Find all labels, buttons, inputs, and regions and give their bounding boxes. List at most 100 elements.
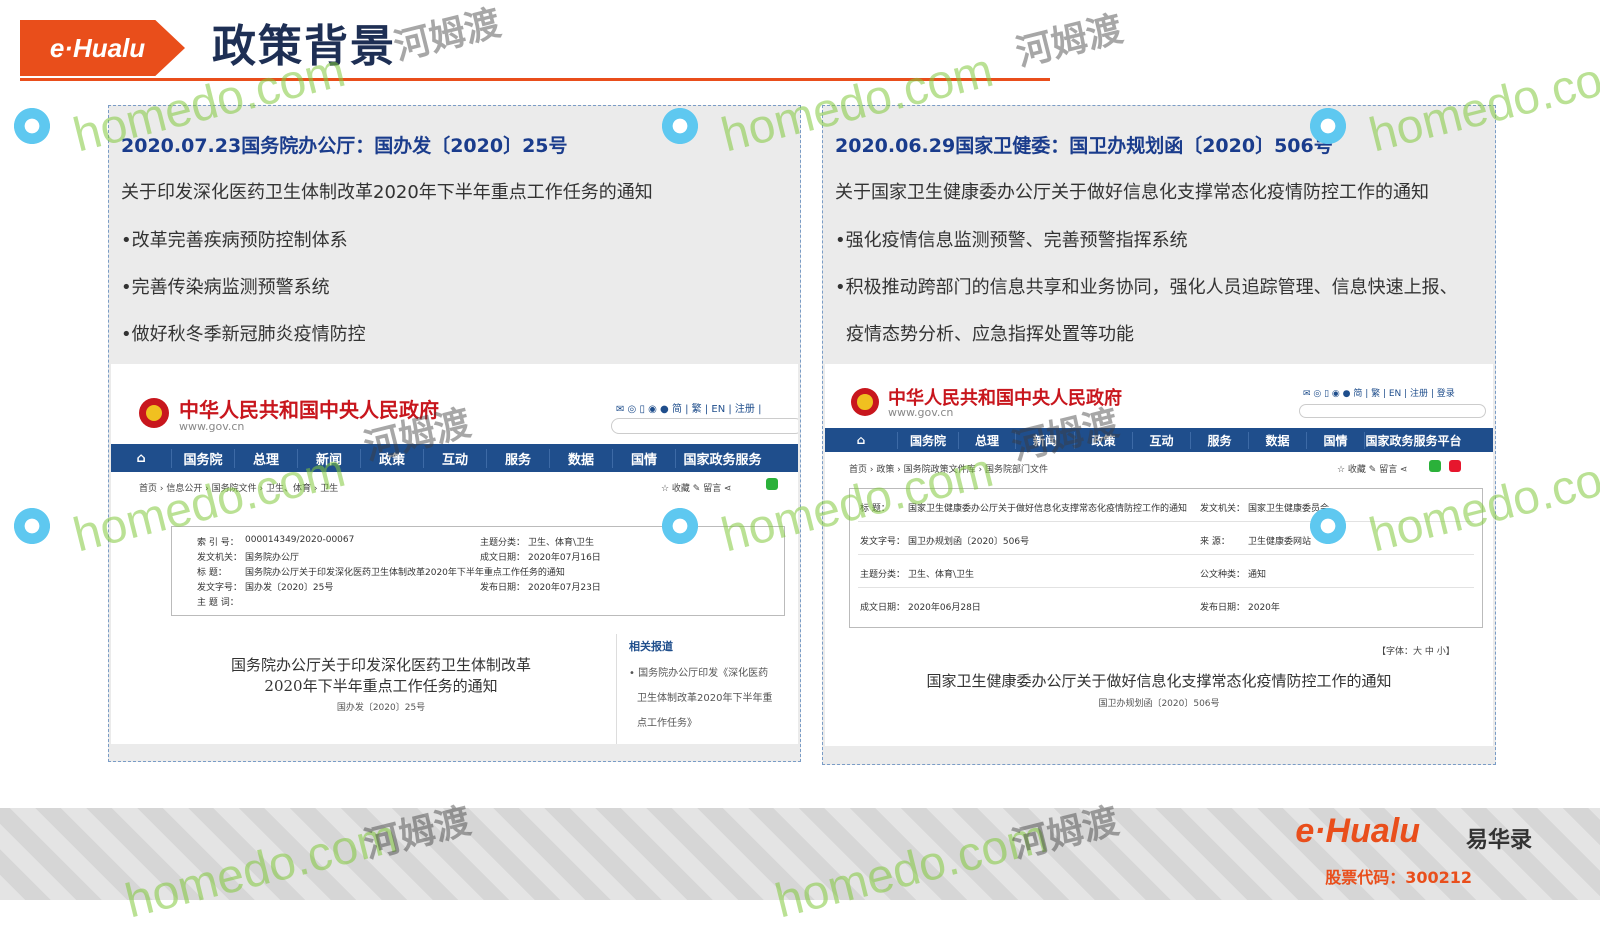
right-panel-subtitle: 关于国家卫生健康委办公厅关于做好信息化支撑常态化疫情防控工作的通知 (835, 182, 1429, 203)
meta-value: 国卫办规划函〔2020〕506号 (908, 537, 1030, 547)
doc-meta-box: 标 题： 国家卫生健康委办公厅关于做好信息化支撑常态化疫情防控工作的通知 发文机… (849, 488, 1483, 628)
nav-item[interactable]: 服务 (1190, 431, 1248, 449)
meta-value: 2020年07月16日 (528, 553, 601, 563)
nav-item[interactable]: 总理 (958, 431, 1015, 449)
right-bullet: •积极推动跨部门的信息共享和业务协同，强化人员追踪管理、信息快速上报、 (835, 277, 1458, 298)
gov-search-input[interactable] (1299, 404, 1486, 418)
gov-breadcrumb[interactable]: 首页 › 信息公开 › 国务院文件 › 卫生、体育 › 卫生 (139, 481, 338, 494)
related-news-link[interactable]: • 国务院办公厅印发《深化医药 (629, 664, 768, 679)
gov-share-tools[interactable]: ☆ 收藏 ✎ 留言 ⋖ (661, 481, 732, 494)
watermark-flower-icon (4, 498, 60, 554)
meta-label: 成文日期： (860, 603, 906, 613)
meta-label: 主 题 词： (197, 598, 239, 608)
meta-label: 标 题： (197, 568, 227, 578)
meta-label: 发文机关： (1200, 504, 1246, 514)
nav-item[interactable]: 国家政务服务平台 (1364, 431, 1462, 449)
gov-site-url: www.gov.cn (888, 406, 954, 419)
doc-number: 国办发〔2020〕25号 (336, 703, 426, 713)
nav-item[interactable]: 总理 (234, 448, 297, 468)
meta-divider (858, 554, 1474, 555)
related-news-link[interactable]: 卫生体制改革2020年下半年重 (637, 689, 772, 704)
watermark-flower-icon (4, 98, 60, 154)
meta-label: 主题分类： (480, 538, 526, 548)
doc-title: 国家卫生健康委办公厅关于做好信息化支撑常态化疫情防控工作的通知 (926, 672, 1392, 690)
meta-value: 国家卫生健康委办公厅关于做好信息化支撑常态化疫情防控工作的通知 (908, 504, 1188, 514)
meta-label: 发布日期： (1200, 603, 1246, 613)
meta-value: 国务院办公厅关于印发深化医药卫生体制改革2020年下半年重点工作任务的通知 (245, 568, 565, 578)
title-divider (20, 78, 1050, 81)
national-emblem-icon (851, 388, 879, 416)
weibo-icon[interactable] (1449, 460, 1461, 472)
wechat-icon[interactable] (1429, 460, 1441, 472)
meta-value: 卫生、体育\卫生 (908, 570, 975, 580)
related-divider (616, 634, 617, 744)
doc-title: 国务院办公厅关于印发深化医药卫生体制改革 (230, 656, 531, 674)
nav-item[interactable]: 服务 (486, 448, 549, 468)
nav-item[interactable]: 互动 (1132, 431, 1190, 449)
related-news-title: 相关报道 (629, 640, 673, 653)
footer-brand-name: 易华录 (1465, 828, 1532, 853)
right-bullet: 疫情态势分析、应急指挥处置等功能 (846, 324, 1134, 345)
meta-label: 公文种类： (1200, 570, 1246, 580)
left-bullet: •做好秋冬季新冠肺炎疫情防控 (121, 324, 366, 345)
nav-item[interactable]: 数据 (549, 448, 612, 468)
meta-value: 卫生、体育\卫生 (528, 538, 595, 548)
nav-item[interactable]: 国情 (612, 448, 675, 468)
meta-value: 通知 (1248, 570, 1267, 580)
meta-label: 成文日期： (480, 553, 526, 563)
right-gov-screenshot: 中华人民共和国中央人民政府 www.gov.cn ✉ ◎ ▯ ◉ ● 简 | 繁… (825, 364, 1493, 746)
font-size-control[interactable]: 【字体：大 中 小】 (1377, 644, 1455, 657)
nav-home-icon[interactable]: ⌂ (111, 451, 171, 466)
left-panel-subtitle: 关于印发深化医药卫生体制改革2020年下半年重点工作任务的通知 (121, 182, 653, 203)
nav-item[interactable]: 数据 (1248, 431, 1306, 449)
right-bullet: •强化疫情信息监测预警、完善预警指挥系统 (835, 230, 1188, 251)
watermark-flower-icon (1300, 98, 1356, 154)
wechat-icon[interactable] (766, 478, 778, 490)
meta-label: 发布日期： (480, 583, 526, 593)
doc-number: 国卫办规划函〔2020〕506号 (1098, 699, 1220, 709)
meta-value: 国务院办公厅 (245, 553, 300, 563)
watermark-text-cn: 河姆渡 (1012, 8, 1127, 75)
gov-share-tools[interactable]: ☆ 收藏 ✎ 留言 ⋖ (1337, 462, 1408, 475)
brand-logo: e·Hualu (20, 20, 185, 76)
right-panel-heading: 2020.06.29国家卫健委：国卫办规划函〔2020〕506号 (835, 135, 1333, 157)
watermark-text-cn: 河姆渡 (390, 2, 505, 69)
meta-value: 2020年06月28日 (908, 603, 981, 613)
watermark-flower-icon (652, 498, 708, 554)
nav-item[interactable]: 国务院 (171, 448, 234, 468)
gov-search-input[interactable] (611, 418, 798, 434)
meta-label: 主题分类： (860, 570, 906, 580)
national-emblem-icon (139, 398, 169, 428)
page-title: 政策背景 (212, 21, 396, 72)
meta-label: 发文机关： (197, 553, 243, 563)
nav-item[interactable]: 国务院 (897, 431, 958, 449)
meta-divider (858, 521, 1474, 522)
watermark-flower-icon (652, 98, 708, 154)
meta-label: 发文字号： (860, 537, 906, 547)
gov-nav-bar: ⌂ 国务院 总理 新闻 政策 互动 服务 数据 国情 国家政务服务平台 (825, 428, 1493, 452)
nav-item[interactable]: 国家政务服务 (675, 448, 769, 468)
right-policy-panel: 2020.06.29国家卫健委：国卫办规划函〔2020〕506号 关于国家卫生健… (822, 105, 1496, 765)
watermark-flower-icon (1300, 498, 1356, 554)
meta-value: 000014349/2020-00067 (245, 535, 355, 545)
meta-value: 国办发〔2020〕25号 (245, 583, 334, 593)
footer-stock-code: 股票代码：300212 (1325, 868, 1472, 887)
left-bullet: •改革完善疾病预防控制体系 (121, 230, 348, 251)
related-news-link[interactable]: 点工作任务》 (637, 714, 697, 729)
footer-brand-logo: e·Hualu (1295, 812, 1420, 850)
nav-home-icon[interactable]: ⌂ (825, 433, 897, 447)
gov-toolbar-icons[interactable]: ✉ ◎ ▯ ◉ ● 简 | 繁 | EN | 注册 | (616, 400, 761, 415)
nav-item[interactable]: 国情 (1306, 431, 1364, 449)
meta-label: 标 题： (860, 504, 890, 514)
meta-divider (858, 587, 1474, 588)
gov-toolbar-icons[interactable]: ✉ ◎ ▯ ◉ ● 简 | 繁 | EN | 注册 | 登录 (1303, 386, 1455, 399)
meta-label: 发文字号： (197, 583, 243, 593)
doc-title: 2020年下半年重点工作任务的通知 (264, 677, 498, 695)
nav-item[interactable]: 新闻 (297, 448, 360, 468)
left-bullet: •完善传染病监测预警系统 (121, 277, 330, 298)
meta-value: 2020年07月23日 (528, 583, 601, 593)
left-panel-heading: 2020.07.23国务院办公厅：国办发〔2020〕25号 (121, 135, 568, 157)
meta-label: 索 引 号： (197, 538, 239, 548)
meta-value: 2020年 (1248, 603, 1280, 613)
meta-label: 来 源： (1200, 537, 1230, 547)
